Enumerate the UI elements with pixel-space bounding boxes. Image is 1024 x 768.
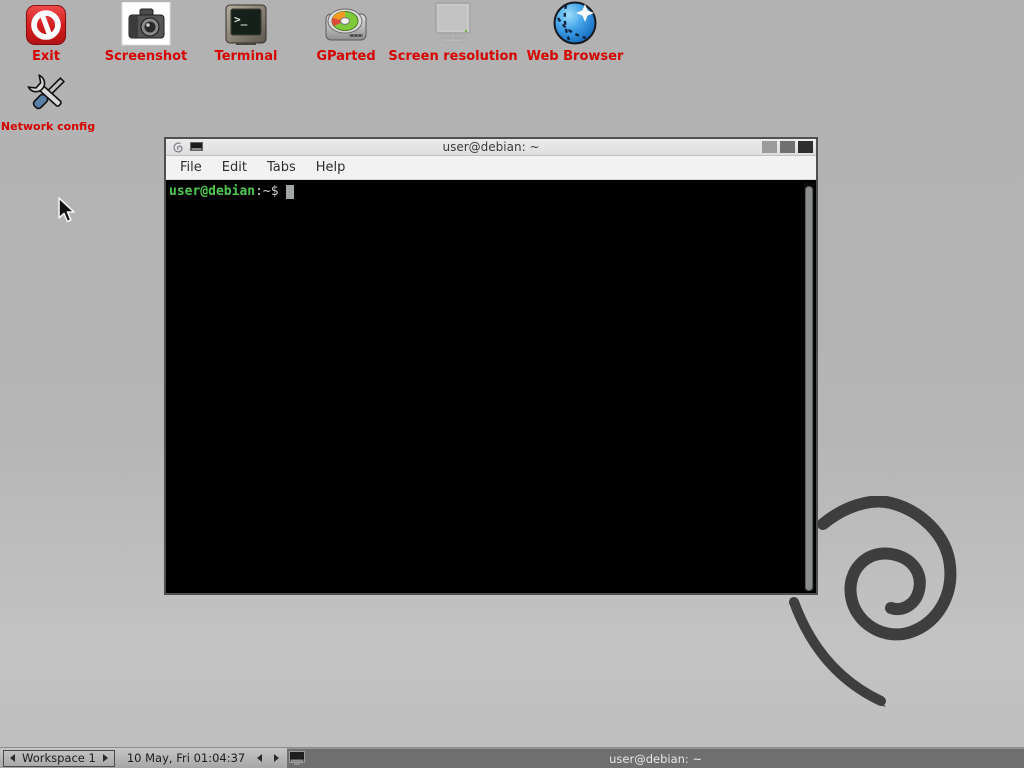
terminal-menubar: File Edit Tabs Help [166,156,816,180]
desktop-icon-label: Exit [32,50,60,64]
window-titlebar[interactable]: user@debian: ~ [166,139,816,156]
desktop-icon-label: Screen resolution [388,50,517,64]
prompt-user: user@debian [169,184,255,199]
terminal-cursor [286,185,294,199]
desktop-icon-label: Terminal [215,50,278,64]
scrollbar-thumb[interactable] [805,186,813,591]
pale-monitor-icon [429,2,477,46]
disk-partition-icon [323,2,369,46]
desktop-icon-exit[interactable]: Exit [6,2,86,64]
svg-text:>_: >_ [234,13,248,26]
desktop-icon-label: GParted [316,50,375,64]
desktop-icon-label: Web Browser [527,50,624,64]
desktop-icon-label: Network config [1,120,95,134]
workspace-label: Workspace 1 [22,751,96,765]
terminal-window-icon [289,751,305,766]
desktop-icon-screenshot[interactable]: Screenshot [101,2,191,64]
globe-icon [552,2,598,46]
desktop-icon-gparted[interactable]: GParted [303,2,389,64]
task-next-icon[interactable] [274,754,279,762]
terminal-scrollbar[interactable] [804,183,814,591]
taskbar-clock: 10 May, Fri 01:04:37 [127,751,245,765]
desktop-icon-network-config[interactable]: Network config [2,72,94,134]
close-button[interactable] [798,141,813,153]
terminal-screen[interactable]: user@debian:~$ [166,180,816,593]
crossed-tools-icon [25,72,71,116]
taskbar-window-label: user@debian: ~ [609,752,702,766]
mouse-cursor [57,197,79,225]
menu-edit[interactable]: Edit [212,160,257,175]
menu-file[interactable]: File [170,160,212,175]
task-prev-icon[interactable] [257,754,262,762]
debian-desktop: { "desktop": { "label_color": "#d60000",… [0,0,1024,768]
menu-tabs[interactable]: Tabs [257,160,306,175]
prompt-path: :~$ [255,184,278,199]
desktop-icon-terminal[interactable]: >_ Terminal [201,2,291,64]
camera-icon [121,2,171,46]
terminal-window: user@debian: ~ File Edit Tabs Help user@… [164,137,818,595]
crt-terminal-icon: >_ [224,2,268,46]
minimize-button[interactable] [762,141,777,153]
desktop-icon-screen-resolution[interactable]: Screen resolution [389,2,517,64]
maximize-button[interactable] [780,141,795,153]
desktop-icon-label: Screenshot [105,50,188,64]
power-icon [25,2,67,46]
menu-help[interactable]: Help [306,160,356,175]
taskbar: Workspace 1 10 May, Fri 01:04:37 user@de… [0,747,1024,768]
workspace-pager[interactable]: Workspace 1 [3,750,115,767]
taskbar-window-button[interactable]: user@debian: ~ [287,748,1024,768]
desktop-icon-web-browser[interactable]: Web Browser [517,2,633,64]
window-title: user@debian: ~ [166,140,816,154]
workspace-next-icon[interactable] [103,754,108,762]
workspace-prev-icon[interactable] [10,754,15,762]
